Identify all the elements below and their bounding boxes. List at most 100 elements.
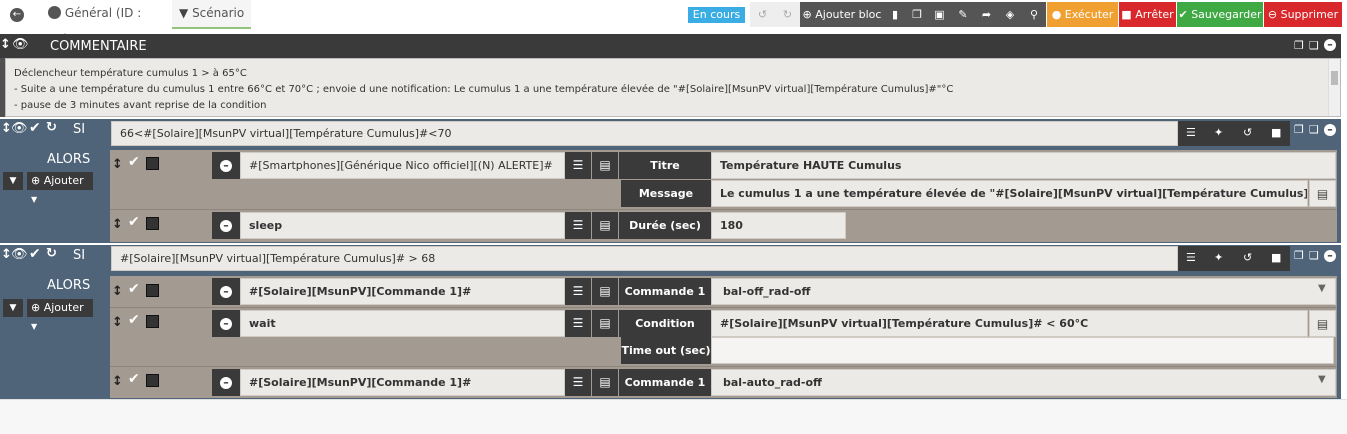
- remove-block-icon[interactable]: –: [1324, 39, 1336, 51]
- share-button[interactable]: ➦: [975, 2, 998, 27]
- condition-input[interactable]: 66<#[Solaire][MsunPV virtual][Températur…: [111, 121, 1178, 146]
- enabled-checkbox[interactable]: ✔: [128, 214, 140, 230]
- caret-down-icon[interactable]: ▼: [1318, 374, 1326, 385]
- drag-handle-icon[interactable]: ↕: [0, 37, 11, 52]
- remove-action-button[interactable]: –: [212, 212, 240, 239]
- option-label: Message: [621, 180, 711, 207]
- list-button[interactable]: ▤: [592, 310, 618, 337]
- drag-handle-icon[interactable]: ↕: [112, 374, 123, 389]
- remove-block-icon[interactable]: –: [1324, 250, 1336, 262]
- caret-down-icon[interactable]: ▼: [1318, 283, 1326, 294]
- copy-icon[interactable]: ❐: [1294, 123, 1304, 136]
- si-label: SI: [73, 248, 86, 263]
- timeout-input[interactable]: [711, 337, 1334, 364]
- collapse-button[interactable]: ▼: [3, 299, 23, 317]
- drag-handle-icon[interactable]: ↕: [112, 157, 123, 172]
- remove-action-button[interactable]: –: [212, 369, 240, 396]
- scrollbar[interactable]: [1328, 59, 1340, 116]
- delete-button[interactable]: ⊖ Supprimer: [1264, 2, 1342, 27]
- remove-action-button[interactable]: –: [212, 310, 240, 337]
- refresh-icon[interactable]: ↻: [46, 120, 57, 135]
- list-icon[interactable]: ☰: [1186, 126, 1196, 139]
- command-input[interactable]: sleep: [240, 212, 565, 239]
- option-select[interactable]: bal-auto_rad-off: [711, 369, 1336, 396]
- parallel-checkbox[interactable]: [146, 284, 159, 297]
- paste-icon[interactable]: ❑: [1309, 39, 1319, 52]
- command-input[interactable]: #[Solaire][MsunPV][Commande 1]#: [240, 369, 565, 396]
- list-button[interactable]: ▤: [592, 152, 618, 179]
- history-icon[interactable]: ↺: [1243, 126, 1252, 139]
- parallel-checkbox[interactable]: [146, 374, 159, 387]
- back-tab[interactable]: ←: [0, 0, 34, 29]
- remove-action-button[interactable]: –: [212, 152, 240, 179]
- enabled-checkbox[interactable]: ✔: [128, 154, 140, 170]
- cubes-button[interactable]: ◈: [998, 2, 1022, 27]
- tab-scenario[interactable]: ▼ Scénario: [172, 0, 251, 29]
- list-button[interactable]: ▤: [592, 278, 618, 305]
- list-icon[interactable]: ☰: [1186, 251, 1196, 264]
- eye-icon[interactable]: 👁: [11, 247, 28, 262]
- copy-icon[interactable]: ❐: [1294, 39, 1304, 52]
- options-button[interactable]: ☰: [565, 310, 591, 337]
- redo-button[interactable]: ↻: [775, 2, 800, 27]
- enabled-checkbox[interactable]: ✔: [128, 312, 140, 328]
- parallel-checkbox[interactable]: [146, 315, 159, 328]
- history-icon[interactable]: ↺: [1243, 251, 1252, 264]
- condition-list-button[interactable]: ▤: [1309, 310, 1336, 337]
- options-button[interactable]: ☰: [565, 212, 591, 239]
- list-button[interactable]: ▤: [592, 369, 618, 396]
- option-input[interactable]: Température HAUTE Cumulus: [711, 152, 1336, 179]
- add-block-button[interactable]: ⊕ Ajouter bloc: [800, 2, 884, 27]
- parallel-checkbox[interactable]: [146, 157, 159, 170]
- drag-handle-icon[interactable]: ↕: [112, 217, 123, 232]
- command-input[interactable]: wait: [240, 310, 565, 337]
- copy-button[interactable]: ❐: [906, 2, 928, 27]
- edit-button[interactable]: ✎: [951, 2, 975, 27]
- cube-icon[interactable]: ■: [1271, 126, 1281, 139]
- execute-button[interactable]: ● Exécuter: [1047, 2, 1118, 27]
- remove-action-button[interactable]: –: [212, 278, 240, 305]
- paste-icon[interactable]: ❑: [1309, 249, 1319, 262]
- condition-input[interactable]: #[Solaire][MsunPV virtual][Température C…: [111, 246, 1178, 271]
- check-icon[interactable]: ✔: [29, 246, 41, 262]
- options-button[interactable]: ☰: [565, 152, 591, 179]
- remove-block-icon[interactable]: –: [1324, 124, 1336, 136]
- undo-button[interactable]: ↺: [750, 2, 775, 27]
- eye-icon[interactable]: 👁: [12, 37, 29, 52]
- comment-textarea[interactable]: Déclencheur température cumulus 1 > à 65…: [5, 58, 1341, 117]
- message-textarea[interactable]: Le cumulus 1 a une température élevée de…: [711, 180, 1308, 207]
- option-input[interactable]: 180: [711, 212, 846, 239]
- cube-icon[interactable]: ■: [1271, 251, 1281, 264]
- stop-button[interactable]: ■ Arrêter: [1119, 2, 1176, 27]
- eye-icon[interactable]: 👁: [11, 121, 28, 136]
- paste-icon[interactable]: ❑: [1309, 123, 1319, 136]
- refresh-icon[interactable]: ↻: [46, 246, 57, 261]
- condition-textarea[interactable]: #[Solaire][MsunPV virtual][Température C…: [711, 310, 1308, 337]
- add-action-button[interactable]: ⊕ Ajouter ▼: [27, 172, 93, 204]
- enabled-checkbox[interactable]: ✔: [128, 281, 140, 297]
- drag-handle-icon[interactable]: ↕: [112, 284, 123, 299]
- options-button[interactable]: ☰: [565, 278, 591, 305]
- puzzle-icon[interactable]: ✦: [1214, 251, 1223, 264]
- check-icon[interactable]: ✔: [29, 120, 41, 136]
- drag-handle-icon[interactable]: ↕: [112, 315, 123, 330]
- copy-icon[interactable]: ❐: [1294, 249, 1304, 262]
- message-list-button[interactable]: ▤: [1309, 180, 1336, 207]
- command-input[interactable]: #[Smartphones][Générique Nico officiel][…: [240, 152, 565, 179]
- tasks-icon: ☰: [572, 158, 584, 172]
- option-select[interactable]: bal-off_rad-off: [711, 278, 1336, 305]
- parallel-checkbox[interactable]: [146, 217, 159, 230]
- save-button[interactable]: ✔ Sauvegarder: [1177, 2, 1263, 27]
- add-action-button[interactable]: ⊕ Ajouter ▼: [27, 299, 93, 331]
- options-button[interactable]: ☰: [565, 369, 591, 396]
- enabled-checkbox[interactable]: ✔: [128, 371, 140, 387]
- expand-button[interactable]: ▣: [928, 2, 951, 27]
- puzzle-icon[interactable]: ✦: [1214, 126, 1223, 139]
- file-button[interactable]: ▮: [884, 2, 906, 27]
- collapse-button[interactable]: ▼: [3, 172, 23, 190]
- search-button[interactable]: ⚲: [1022, 2, 1046, 27]
- command-input[interactable]: #[Solaire][MsunPV][Commande 1]#: [240, 278, 565, 305]
- tab-general[interactable]: Général (ID : 99): [48, 0, 164, 46]
- page-footer: [0, 399, 1347, 434]
- list-button[interactable]: ▤: [592, 212, 618, 239]
